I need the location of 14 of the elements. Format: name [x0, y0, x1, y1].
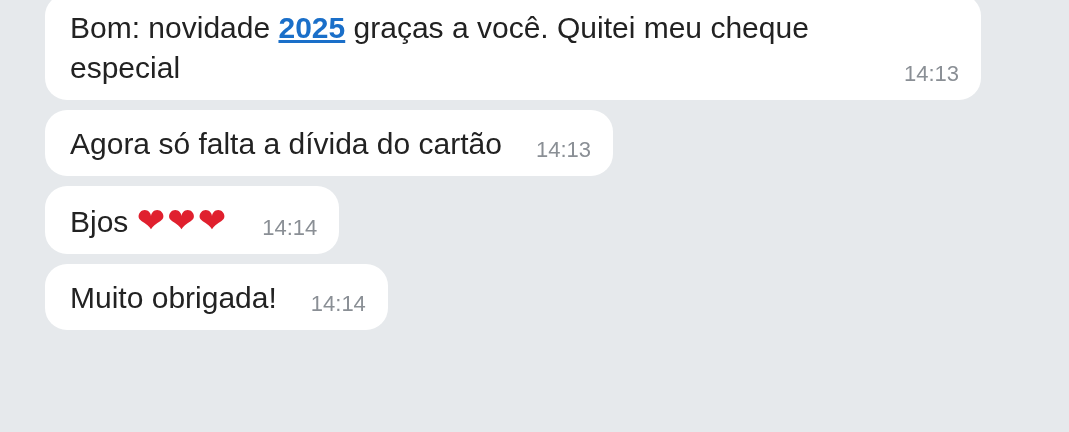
message-bubble[interactable]: Bom: novidade 2025 graças a você. Quitei meu cheque especial 14:13: [45, 0, 982, 100]
message-time: 14:14: [310, 290, 366, 318]
message-time: 14:13: [904, 60, 960, 88]
message-bubble[interactable]: Agora só falta a dívida do cartão 14:13: [45, 110, 613, 176]
message-bubble[interactable]: Muito obrigada! 14:14: [45, 264, 388, 330]
year-link[interactable]: 2025: [278, 11, 346, 44]
message-time: 14:14: [262, 214, 318, 242]
message-time: 14:13: [535, 136, 591, 164]
message-text: Agora só falta a dívida do cartão: [70, 126, 502, 162]
heart-emoji: ❤❤❤: [136, 200, 229, 240]
message-text: Bom: novidade 2025 graças a você. Quitei meu cheque especial: [70, 10, 810, 86]
message-bubble[interactable]: Bjos ❤❤❤ 14:14: [45, 186, 340, 254]
message-text: Muito obrigada!: [70, 280, 277, 316]
message-text: Bjos ❤❤❤: [70, 200, 229, 242]
